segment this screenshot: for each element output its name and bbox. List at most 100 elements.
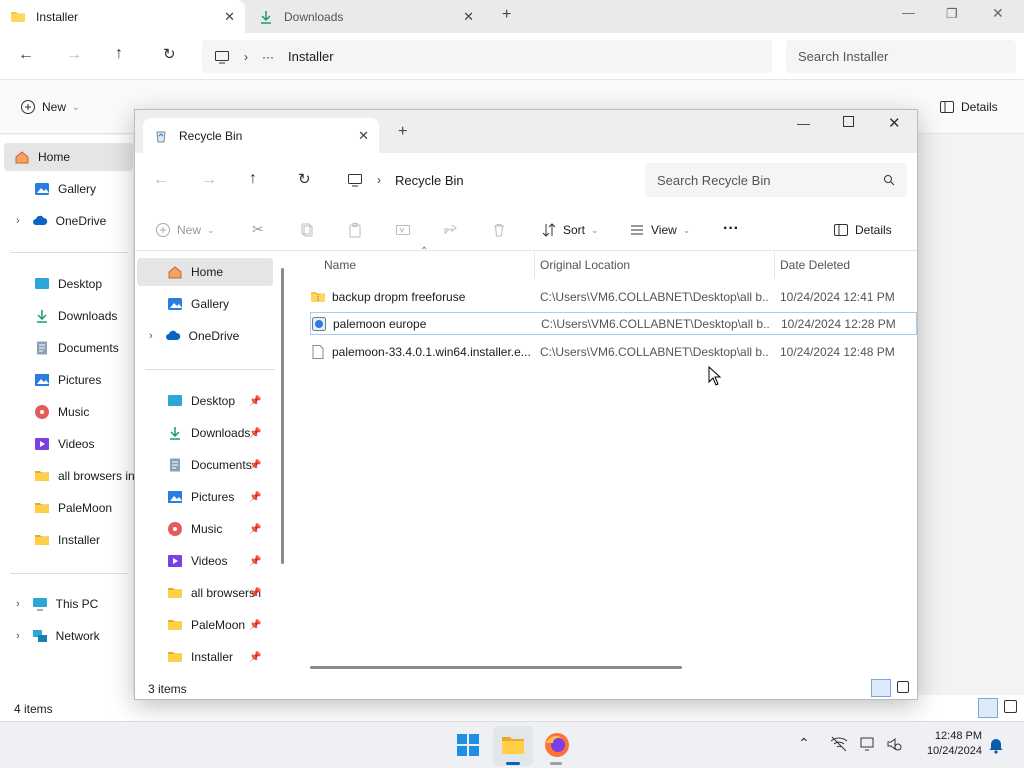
quick-access-item[interactable]: Installer 📌 [157,643,273,671]
nav-item-this-pc[interactable]: › This PC [6,590,98,618]
firefox-icon[interactable] [544,732,570,758]
search-icon[interactable] [883,174,895,186]
sort-button[interactable]: Sort ⌄ [541,222,599,238]
pin-icon[interactable]: 📌 [249,620,261,631]
tiles-view-icon[interactable] [1004,700,1017,713]
quick-access-item[interactable]: Pictures 📌 [157,483,273,511]
quick-access-item[interactable]: Documents 📌 [157,451,273,479]
quick-access-item[interactable]: Documents [24,334,152,362]
quick-access-item[interactable]: Music [24,398,152,426]
copy-icon[interactable] [299,222,315,238]
nav-item-home[interactable]: Home [137,258,273,286]
column-header-location[interactable]: Original Location [540,258,630,272]
column-header-date[interactable]: Date Deleted [780,258,850,272]
tab-recycle-bin[interactable]: Recycle Bin ✕ [143,118,379,153]
quick-access-item[interactable]: Desktop [24,270,152,298]
new-button[interactable]: New ⌄ [20,99,80,115]
breadcrumb-current[interactable]: Installer [288,49,334,64]
tab-downloads[interactable]: Downloads ✕ [248,0,484,33]
cut-icon[interactable]: ✂ [252,221,264,238]
up-arrow-icon[interactable]: ↑ [115,45,123,63]
pin-icon[interactable]: 📌 [249,396,261,407]
close-icon[interactable]: ✕ [358,128,369,144]
nav-item-onedrive[interactable]: › OneDrive [6,207,106,235]
more-options-icon[interactable]: ··· [723,220,739,238]
quick-access-item[interactable]: all browsers in [24,462,152,490]
volume-display-icon[interactable] [860,736,878,752]
nav-item-gallery[interactable]: Gallery [24,175,96,203]
close-window-icon[interactable]: ✕ [888,114,901,132]
file-row-selected[interactable]: palemoon europe C:\Users\VM6.COLLABNET\D… [310,312,917,335]
chevron-right-icon[interactable]: › [149,330,153,342]
search-input[interactable]: Search Installer [786,40,1016,73]
quick-access-item[interactable]: PaleMoon [24,494,152,522]
nav-item-gallery[interactable]: Gallery [157,290,229,318]
forward-arrow-icon[interactable]: → [201,171,217,189]
rename-icon[interactable] [395,222,411,238]
file-row[interactable]: backup dropm freeforuse C:\Users\VM6.COL… [290,285,917,308]
nav-item-home[interactable]: Home [4,143,133,171]
column-divider[interactable] [534,252,535,278]
breadcrumb-ellipsis[interactable]: ··· [262,50,274,64]
pin-icon[interactable]: 📌 [249,524,261,535]
new-tab-icon[interactable]: + [502,6,511,24]
tab-installer[interactable]: Installer ✕ [0,0,245,33]
chevron-right-icon[interactable]: › [16,598,20,610]
column-divider[interactable] [774,252,775,278]
quick-access-item[interactable]: Videos 📌 [157,547,273,575]
quick-access-item[interactable]: Installer [24,526,152,554]
pin-icon[interactable]: 📌 [249,652,261,663]
details-view-icon[interactable] [978,698,998,718]
breadcrumb[interactable]: › ··· Installer [202,40,772,73]
file-explorer-taskbar-button[interactable] [493,726,533,766]
horizontal-scrollbar[interactable] [310,666,682,669]
quick-access-item[interactable]: Downloads 📌 [157,419,273,447]
tiles-view-icon[interactable] [897,681,909,693]
search-box[interactable]: Search Recycle Bin [645,163,907,197]
maximize-icon[interactable] [843,116,854,127]
quick-access-item[interactable]: Desktop 📌 [157,387,273,415]
view-button[interactable]: View ⌄ [629,222,690,238]
pin-icon[interactable]: 📌 [249,588,261,599]
nav-scrollbar[interactable] [281,268,284,564]
minimize-icon[interactable]: — [902,5,915,20]
chevron-right-icon[interactable]: › [16,630,20,642]
forward-arrow-icon[interactable]: → [66,46,82,64]
delete-icon[interactable] [491,222,507,238]
pin-icon[interactable]: 📌 [249,556,261,567]
notification-bell-icon[interactable] [988,736,1004,754]
chevron-up-icon[interactable]: ⌃ [798,735,810,752]
close-icon[interactable]: ✕ [224,9,235,25]
pin-icon[interactable]: 📌 [249,492,261,503]
network-offline-icon[interactable] [830,736,848,752]
nav-item-network[interactable]: › Network [6,622,100,650]
close-icon[interactable]: ✕ [463,9,474,25]
back-arrow-icon[interactable]: ← [18,46,34,64]
breadcrumb-current[interactable]: Recycle Bin [395,173,464,188]
column-header-name[interactable]: Name [324,258,356,272]
back-arrow-icon[interactable]: ← [153,171,169,189]
pin-icon[interactable]: 📌 [249,460,261,471]
details-button[interactable]: Details [939,99,998,115]
details-view-icon[interactable] [871,679,891,697]
quick-access-item[interactable]: all browsers i 📌 [157,579,273,607]
pin-icon[interactable]: 📌 [249,428,261,439]
chevron-right-icon[interactable]: › [16,215,20,227]
minimize-icon[interactable]: — [797,116,810,131]
quick-access-item[interactable]: Videos [24,430,152,458]
refresh-icon[interactable]: ↻ [298,170,311,188]
refresh-icon[interactable]: ↻ [163,45,176,63]
quick-access-item[interactable]: Music 📌 [157,515,273,543]
new-tab-icon[interactable]: + [398,123,407,141]
paste-icon[interactable] [347,222,363,238]
start-icon[interactable] [456,733,480,757]
breadcrumb[interactable]: › Recycle Bin [337,163,637,197]
quick-access-item[interactable]: Downloads [24,302,152,330]
file-row[interactable]: palemoon-33.4.0.1.win64.installer.e... C… [290,340,917,363]
up-arrow-icon[interactable]: ↑ [249,170,257,188]
details-button[interactable]: Details [833,222,892,238]
restore-icon[interactable]: ❐ [946,6,958,22]
search-input[interactable]: Search Recycle Bin [657,173,770,188]
quick-access-item[interactable]: PaleMoon 📌 [157,611,273,639]
clock[interactable]: 12:48 PM 10/24/2024 [918,729,982,759]
